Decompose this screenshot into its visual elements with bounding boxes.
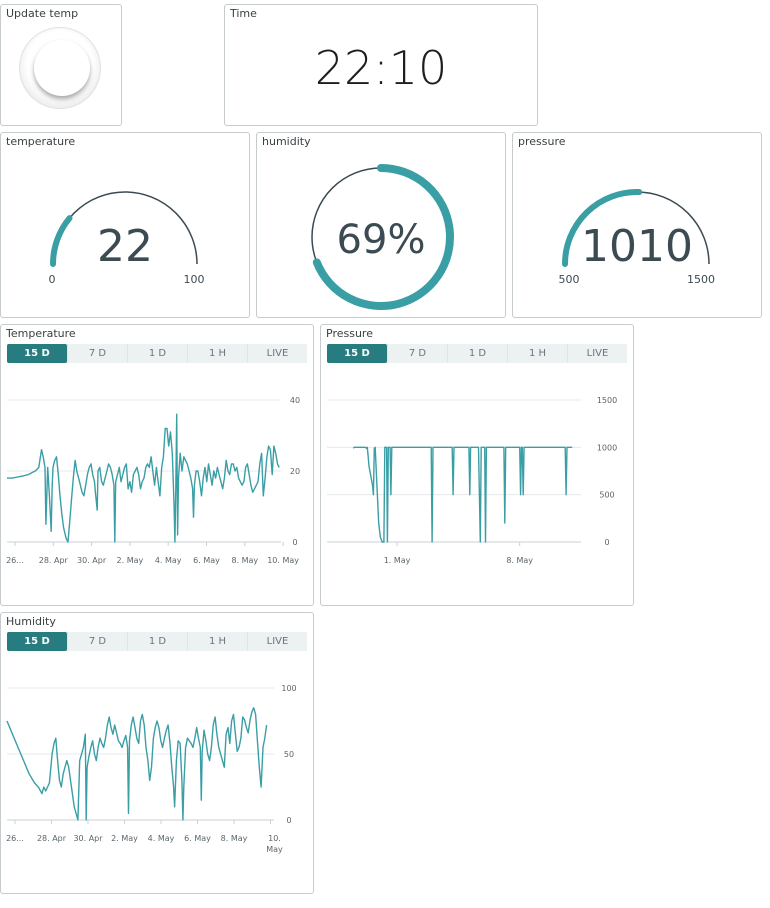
time-widget: Time 22:10: [224, 4, 538, 126]
x-tick-label: 6. May: [184, 834, 211, 843]
x-tick-label: 1. May: [384, 556, 411, 565]
time-value: 22:10: [314, 41, 448, 95]
y-tick-label: 100: [281, 684, 296, 693]
gauge-value: 1010: [581, 221, 693, 272]
humidity-gauge-widget: humidity 69%: [256, 132, 506, 318]
temperature-chart[interactable]: 0 20 40 26... 28. Apr 30. Apr 2. May 4. May 6. M…: [1, 325, 313, 605]
y-tick-label: 0: [604, 538, 609, 547]
pressure-gauge-widget: pressure 1010 500 1500: [512, 132, 762, 318]
temperature-chart-widget: Temperature 15 D 7 D 1 D 1 H LIVE 0 20 40 2…: [0, 324, 314, 606]
widget-title: Time: [230, 7, 257, 20]
gauge-value-arc: [50, 215, 73, 267]
pressure-gauge: 1010 500 1500: [559, 189, 715, 286]
x-tick-label: 8. May: [506, 556, 533, 565]
y-tick-label: 1000: [597, 443, 617, 452]
y-tick-label: 500: [599, 491, 614, 500]
temperature-gauge: 22 0 100: [49, 191, 205, 286]
temperature-gauge-widget: temperature 22 0 100: [0, 132, 250, 318]
series-line: [6, 707, 268, 821]
push-button-ring: [19, 27, 101, 109]
x-tick-label: 10. May: [267, 556, 299, 565]
y-tick-label: 40: [290, 396, 300, 405]
gauge-value: 22: [97, 221, 153, 272]
x-tick-label: May: [266, 845, 283, 854]
x-tick-label: 30. Apr: [77, 556, 107, 565]
x-tick-label: 8. May: [231, 556, 258, 565]
y-tick-label: 0: [292, 538, 297, 547]
x-tick-label: 10.: [268, 834, 281, 843]
pressure-chart-widget: Pressure 15 D 7 D 1 D 1 H LIVE 0 500 1000 1…: [320, 324, 634, 606]
gauge-max-label: 1500: [687, 273, 715, 286]
x-tick-label: 4. May: [148, 834, 175, 843]
x-tick-label: 2. May: [111, 834, 138, 843]
x-tick-label: 28. Apr: [37, 834, 67, 843]
push-button[interactable]: [34, 40, 90, 96]
gauge-max-label: 100: [184, 273, 205, 286]
widget-title: Update temp: [6, 7, 79, 20]
x-tick-label: 6. May: [193, 556, 220, 565]
x-tick-label: 4. May: [155, 556, 182, 565]
gauge-min-label: 500: [559, 273, 580, 286]
y-tick-label: 50: [284, 750, 294, 759]
pressure-chart[interactable]: 0 500 1000 1500 1. May 8. May: [321, 325, 633, 605]
y-tick-label: 1500: [597, 396, 617, 405]
series-line: [7, 413, 280, 543]
gauge-value: 69%: [337, 217, 426, 263]
humidity-chart-widget: Humidity 15 D 7 D 1 D 1 H LIVE 0 50 100 26.…: [0, 612, 314, 894]
humidity-chart[interactable]: 0 50 100 26... 28. Apr 30. Apr 2. May 4. May 6. …: [1, 613, 313, 893]
x-tick-label: 28. Apr: [39, 556, 69, 565]
update-temp-widget: Update temp: [0, 4, 122, 126]
x-tick-label: 26...: [6, 834, 24, 843]
humidity-gauge: 69%: [311, 164, 454, 310]
x-tick-label: 26...: [6, 556, 24, 565]
x-tick-label: 8. May: [221, 834, 248, 843]
y-tick-label: 20: [290, 467, 300, 476]
x-tick-label: 30. Apr: [73, 834, 103, 843]
y-tick-label: 0: [286, 816, 291, 825]
x-tick-label: 2. May: [117, 556, 144, 565]
gauge-min-label: 0: [49, 273, 56, 286]
